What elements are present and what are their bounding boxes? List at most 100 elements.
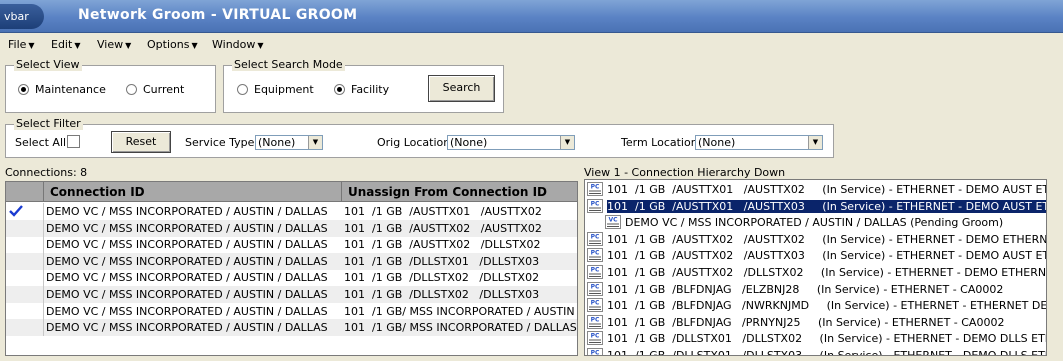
connection-id-cell: DEMO VC / MSS INCORPORATED / AUSTIN / DA… <box>46 288 328 301</box>
tree-item[interactable]: PC 101 /1 GB /AUSTTX02 /AUSTTX02 (In Serv… <box>585 231 1046 248</box>
menu-edit[interactable]: Edit ▼ <box>51 38 80 51</box>
connection-id-cell: DEMO VC / MSS INCORPORATED / AUSTIN / DA… <box>46 304 328 318</box>
table-row[interactable]: DEMO VC / MSS INCORPORATED / AUSTIN / DA… <box>6 203 577 220</box>
physical-circuit-icon: PC <box>587 331 603 346</box>
tree-item-label: 101 /1 GB /AUSTTX01 /AUSTTX03 (In Servic… <box>606 198 1046 214</box>
term-location-select[interactable]: (None) ▼ <box>695 135 823 150</box>
svg-text:VC: VC <box>608 217 618 224</box>
radio-facility[interactable]: Facility <box>334 83 389 96</box>
row-select-cell[interactable] <box>6 252 44 270</box>
tree-item[interactable]: VC DEMO VC / MSS INCORPORATED / AUSTIN / … <box>603 214 1003 231</box>
tree-item[interactable]: PC 101 /1 GB /DLLSTX01 /DLLSTX03 (In Serv… <box>585 347 1046 357</box>
table-row[interactable]: DEMO VC / MSS INCORPORATED / AUSTIN / DA… <box>6 236 577 254</box>
connection-id-cell: DEMO VC / MSS INCORPORATED / AUSTIN / DA… <box>46 254 328 268</box>
table-row[interactable]: DEMO VC / MSS INCORPORATED / AUSTIN / DA… <box>6 269 577 287</box>
menu-view[interactable]: View ▼ <box>97 38 131 51</box>
menu-window[interactable]: Window ▼ <box>212 38 264 51</box>
hierarchy-tree: PC 101 /1 GB /AUSTTX01 /AUSTTX02 (In Serv… <box>584 179 1047 356</box>
row-select-cell[interactable] <box>6 319 44 337</box>
tree-item-label: 101 /1 GB /AUSTTX01 /AUSTTX02 (In Servic… <box>607 183 1046 196</box>
tree-item[interactable]: PC 101 /1 GB /DLLSTX01 /DLLSTX02 (In Serv… <box>585 330 1046 347</box>
connections-count: Connections: 8 <box>5 166 88 179</box>
table-row[interactable]: DEMO VC / MSS INCORPORATED / AUSTIN / DA… <box>6 252 577 270</box>
tree-item[interactable]: PC 101 /1 GB /AUSTTX02 /AUSTTX03 (In Serv… <box>585 247 1046 264</box>
term-location-label: Term Location: <box>621 136 702 149</box>
menu-options[interactable]: Options ▼ <box>147 38 198 51</box>
row-select-cell[interactable] <box>6 269 44 287</box>
physical-circuit-icon: PC <box>587 298 603 313</box>
chevron-down-icon: ▼ <box>125 41 132 50</box>
table-row[interactable]: DEMO VC / MSS INCORPORATED / AUSTIN / DA… <box>6 302 577 320</box>
svg-text:PC: PC <box>591 267 600 274</box>
tree-item[interactable]: PC 101 /1 GB /BLFDNJAG /PRNYNJ25 (In Serv… <box>585 314 1004 331</box>
radio-facility-indicator <box>334 84 345 95</box>
window-title: Network Groom - VIRTUAL GROOM <box>78 7 358 23</box>
menu-view-label: View <box>97 38 124 51</box>
select-all-checkbox[interactable] <box>67 135 80 148</box>
app-menu-button[interactable]: vbar <box>0 4 44 29</box>
header-check-col <box>6 182 44 202</box>
tree-item[interactable]: PC 101 /1 GB /AUSTTX02 /DLLSTX02 (In Serv… <box>585 264 1046 281</box>
row-select-cell[interactable] <box>6 203 44 220</box>
menu-edit-label: Edit <box>51 38 73 51</box>
connection-id-cell: DEMO VC / MSS INCORPORATED / AUSTIN / DA… <box>46 321 328 335</box>
tree-item[interactable]: PC 101 /1 GB /AUSTTX01 /AUSTTX03 (In Serv… <box>585 198 1046 215</box>
radio-equipment[interactable]: Equipment <box>237 83 314 96</box>
physical-circuit-icon: PC <box>587 248 603 263</box>
select-filter-title: Select Filter <box>14 117 83 130</box>
reset-button[interactable]: Reset <box>111 131 171 153</box>
orig-location-label: Orig Location: <box>377 136 454 149</box>
unassign-cell: 101 /1 GB /AUSTTX02 /AUSTTX02 <box>344 221 542 235</box>
tree-item[interactable]: PC 101 /1 GB /AUSTTX01 /AUSTTX02 (In Serv… <box>585 181 1046 198</box>
service-type-label: Service Type: <box>185 136 259 149</box>
radio-current[interactable]: Current <box>126 83 184 96</box>
header-unassign[interactable]: Unassign From Connection ID <box>342 182 577 202</box>
unassign-cell: 101 /1 GB/ MSS INCORPORATED / DALLAS <box>344 321 577 335</box>
table-row[interactable]: DEMO VC / MSS INCORPORATED / AUSTIN / DA… <box>6 319 577 337</box>
orig-location-select[interactable]: (None) ▼ <box>447 135 575 150</box>
tree-item[interactable]: PC 101 /1 GB /BLFDNJAG /ELZBNJ28 (In Serv… <box>585 281 1003 298</box>
search-button[interactable]: Search <box>428 75 495 102</box>
menu-file[interactable]: File ▼ <box>8 38 35 51</box>
chevron-down-icon: ▼ <box>808 136 822 149</box>
svg-text:PC: PC <box>591 250 600 257</box>
row-select-cell[interactable] <box>6 236 44 254</box>
svg-text:PC: PC <box>591 316 600 323</box>
chevron-down-icon: ▼ <box>28 41 35 50</box>
radio-facility-label: Facility <box>351 83 390 96</box>
header-connection-id[interactable]: Connection ID <box>44 182 342 202</box>
row-select-cell[interactable] <box>6 219 44 237</box>
svg-text:PC: PC <box>591 200 600 207</box>
tree-item[interactable]: PC 101 /1 GB /BLFDNJAG /NWRKNJMD (In Serv… <box>585 297 1046 314</box>
unassign-cell: 101 /1 GB /AUSTTX01 /AUSTTX02 <box>344 205 542 218</box>
table-row[interactable]: DEMO VC / MSS INCORPORATED / AUSTIN / DA… <box>6 219 577 237</box>
chevron-down-icon: ▼ <box>560 136 574 149</box>
physical-circuit-icon: PC <box>587 348 603 357</box>
select-filter-group: Select Filter Select All Reset Service T… <box>5 117 834 158</box>
connection-id-cell: DEMO VC / MSS INCORPORATED / AUSTIN / DA… <box>46 205 328 218</box>
tree-item-label: DEMO VC / MSS INCORPORATED / AUSTIN / DA… <box>625 216 1004 230</box>
connections-table: Connection ID Unassign From Connection I… <box>5 181 578 356</box>
select-view-title: Select View <box>14 58 82 71</box>
radio-maintenance[interactable]: Maintenance <box>18 83 106 96</box>
svg-text:PC: PC <box>591 350 600 357</box>
tree-item-label: 101 /1 GB /DLLSTX01 /DLLSTX02 (In Servic… <box>607 332 1046 346</box>
radio-current-label: Current <box>143 83 185 96</box>
service-type-select[interactable]: (None) ▼ <box>255 135 323 150</box>
table-row[interactable]: DEMO VC / MSS INCORPORATED / AUSTIN / DA… <box>6 286 577 303</box>
connection-id-cell: DEMO VC / MSS INCORPORATED / AUSTIN / DA… <box>46 221 328 235</box>
tree-item-label: 101 /1 GB /DLLSTX01 /DLLSTX03 (In Servic… <box>607 349 1046 356</box>
physical-circuit-icon: PC <box>587 198 603 213</box>
unassign-cell: 101 /1 GB /DLLSTX02 /DLLSTX02 <box>344 271 540 285</box>
row-select-cell[interactable] <box>6 302 44 320</box>
radio-maintenance-label: Maintenance <box>35 83 106 96</box>
unassign-cell: 101 /1 GB /DLLSTX01 /DLLSTX03 <box>344 254 540 268</box>
chevron-down-icon: ▼ <box>74 41 81 50</box>
unassign-cell: 101 /1 GB /DLLSTX02 /DLLSTX03 <box>344 288 540 301</box>
row-select-cell[interactable] <box>6 286 44 303</box>
orig-location-value: (None) <box>450 136 488 149</box>
tree-item-label: 101 /1 GB /BLFDNJAG /ELZBNJ28 (In Servic… <box>607 282 1004 296</box>
select-view-group: Select View Maintenance Current <box>5 58 216 113</box>
term-location-value: (None) <box>698 136 736 149</box>
svg-text:PC: PC <box>591 184 600 191</box>
